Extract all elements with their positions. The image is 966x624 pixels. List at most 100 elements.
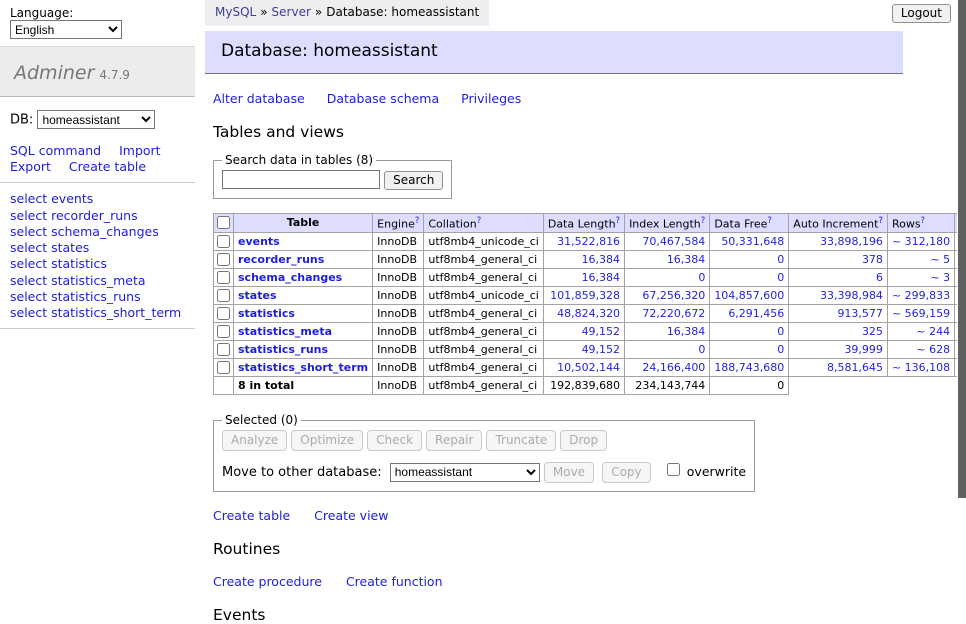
rows-cell[interactable]: ~ 3 [887, 269, 954, 287]
scrollbar-thumb[interactable] [958, 0, 966, 498]
create-link[interactable]: Create table [213, 508, 290, 523]
sidebar-action-link[interactable]: Import [119, 143, 161, 158]
data-free-cell[interactable]: 0 [710, 269, 789, 287]
breadcrumb-link[interactable]: Server [272, 5, 311, 19]
row-checkbox[interactable] [217, 343, 230, 356]
sidebar-select-link[interactable]: select states [10, 240, 185, 255]
table-name-link[interactable]: statistics [238, 307, 295, 320]
auto-increment-cell[interactable]: 8,581,645 [789, 359, 888, 377]
move-button[interactable]: Move [544, 462, 594, 483]
language-select[interactable]: English [10, 20, 122, 39]
table-name-link[interactable]: states [238, 289, 277, 302]
rows-cell[interactable]: ~ 5 [887, 251, 954, 269]
sidebar-action-link[interactable]: SQL command [10, 143, 101, 158]
row-checkbox[interactable] [217, 271, 230, 284]
breadcrumb-link[interactable]: MySQL [215, 5, 256, 19]
check-button[interactable]: Check [367, 430, 422, 451]
index-length-cell[interactable]: 0 [625, 341, 710, 359]
index-length-cell[interactable]: 0 [625, 269, 710, 287]
table-name-link[interactable]: statistics_runs [238, 343, 328, 356]
help-link[interactable]: ? [921, 216, 926, 226]
sidebar-select-link[interactable]: select events [10, 191, 185, 206]
page-scrollbar[interactable] [957, 0, 966, 543]
db-action-link[interactable]: Database schema [327, 91, 439, 106]
row-checkbox[interactable] [217, 307, 230, 320]
search-button[interactable]: Search [384, 171, 443, 190]
table-name-link[interactable]: statistics_meta [238, 325, 332, 338]
select-all-checkbox[interactable] [217, 216, 230, 229]
data-length-cell[interactable]: 49,152 [543, 341, 624, 359]
rows-cell[interactable]: ~ 312,180 [887, 233, 954, 251]
data-length-cell[interactable]: 101,859,328 [543, 287, 624, 305]
sidebar-select-link[interactable]: select statistics_short_term [10, 305, 185, 320]
sidebar-select-link[interactable]: select statistics [10, 256, 185, 271]
data-free-cell[interactable]: 0 [710, 323, 789, 341]
auto-increment-cell[interactable]: 33,398,984 [789, 287, 888, 305]
data-length-cell[interactable]: 16,384 [543, 251, 624, 269]
help-link[interactable]: ? [415, 216, 420, 226]
index-length-cell[interactable]: 16,384 [625, 323, 710, 341]
index-length-cell[interactable]: 24,166,400 [625, 359, 710, 377]
help-link[interactable]: ? [767, 216, 772, 226]
auto-increment-cell[interactable]: 6 [789, 269, 888, 287]
rows-cell[interactable]: ~ 136,108 [887, 359, 954, 377]
rows-cell[interactable]: ~ 299,833 [887, 287, 954, 305]
routine-create-link[interactable]: Create function [346, 574, 443, 589]
search-input[interactable] [222, 170, 380, 189]
data-free-cell[interactable]: 104,857,600 [710, 287, 789, 305]
index-length-cell[interactable]: 16,384 [625, 251, 710, 269]
help-link[interactable]: ? [477, 216, 482, 226]
table-name-link[interactable]: schema_changes [238, 271, 342, 284]
truncate-button[interactable]: Truncate [486, 430, 556, 451]
data-free-cell[interactable]: 188,743,680 [710, 359, 789, 377]
table-name-link[interactable]: recorder_runs [238, 253, 324, 266]
data-free-cell[interactable]: 0 [710, 341, 789, 359]
auto-increment-cell[interactable]: 913,577 [789, 305, 888, 323]
row-checkbox[interactable] [217, 325, 230, 338]
data-free-cell[interactable]: 50,331,648 [710, 233, 789, 251]
index-length-cell[interactable]: 72,220,672 [625, 305, 710, 323]
sidebar-select-link[interactable]: select recorder_runs [10, 208, 185, 223]
auto-increment-cell[interactable]: 39,999 [789, 341, 888, 359]
overwrite-checkbox[interactable] [667, 463, 680, 476]
analyze-button[interactable]: Analyze [222, 430, 287, 451]
repair-button[interactable]: Repair [426, 430, 482, 451]
row-checkbox[interactable] [217, 253, 230, 266]
db-select[interactable]: homeassistant [37, 110, 155, 129]
sidebar-action-link[interactable]: Create table [69, 159, 146, 174]
create-link[interactable]: Create view [314, 508, 388, 523]
sidebar-select-link[interactable]: select statistics_runs [10, 289, 185, 304]
rows-cell[interactable]: ~ 569,159 [887, 305, 954, 323]
index-length-cell[interactable]: 70,467,584 [625, 233, 710, 251]
rows-cell[interactable]: ~ 244 [887, 323, 954, 341]
help-link[interactable]: ? [616, 216, 621, 226]
table-name-link[interactable]: statistics_short_term [238, 361, 368, 374]
sidebar-select-link[interactable]: select schema_changes [10, 224, 185, 239]
rows-cell[interactable]: ~ 628 [887, 341, 954, 359]
row-checkbox[interactable] [217, 289, 230, 302]
sidebar-action-link[interactable]: Export [10, 159, 51, 174]
data-length-cell[interactable]: 48,824,320 [543, 305, 624, 323]
auto-increment-cell[interactable]: 378 [789, 251, 888, 269]
db-action-link[interactable]: Alter database [213, 91, 305, 106]
row-checkbox[interactable] [217, 235, 230, 248]
table-name-link[interactable]: events [238, 235, 280, 248]
auto-increment-cell[interactable]: 325 [789, 323, 888, 341]
drop-button[interactable]: Drop [560, 430, 607, 451]
help-link[interactable]: ? [701, 216, 706, 226]
data-length-cell[interactable]: 16,384 [543, 269, 624, 287]
data-free-cell[interactable]: 6,291,456 [710, 305, 789, 323]
data-length-cell[interactable]: 31,522,816 [543, 233, 624, 251]
row-checkbox[interactable] [217, 361, 230, 374]
optimize-button[interactable]: Optimize [291, 430, 363, 451]
sidebar-select-link[interactable]: select statistics_meta [10, 273, 185, 288]
db-action-link[interactable]: Privileges [461, 91, 521, 106]
help-link[interactable]: ? [878, 216, 883, 226]
data-free-cell[interactable]: 0 [710, 251, 789, 269]
data-length-cell[interactable]: 49,152 [543, 323, 624, 341]
copy-button[interactable]: Copy [602, 462, 650, 483]
routine-create-link[interactable]: Create procedure [213, 574, 322, 589]
auto-increment-cell[interactable]: 33,898,196 [789, 233, 888, 251]
index-length-cell[interactable]: 67,256,320 [625, 287, 710, 305]
data-length-cell[interactable]: 10,502,144 [543, 359, 624, 377]
